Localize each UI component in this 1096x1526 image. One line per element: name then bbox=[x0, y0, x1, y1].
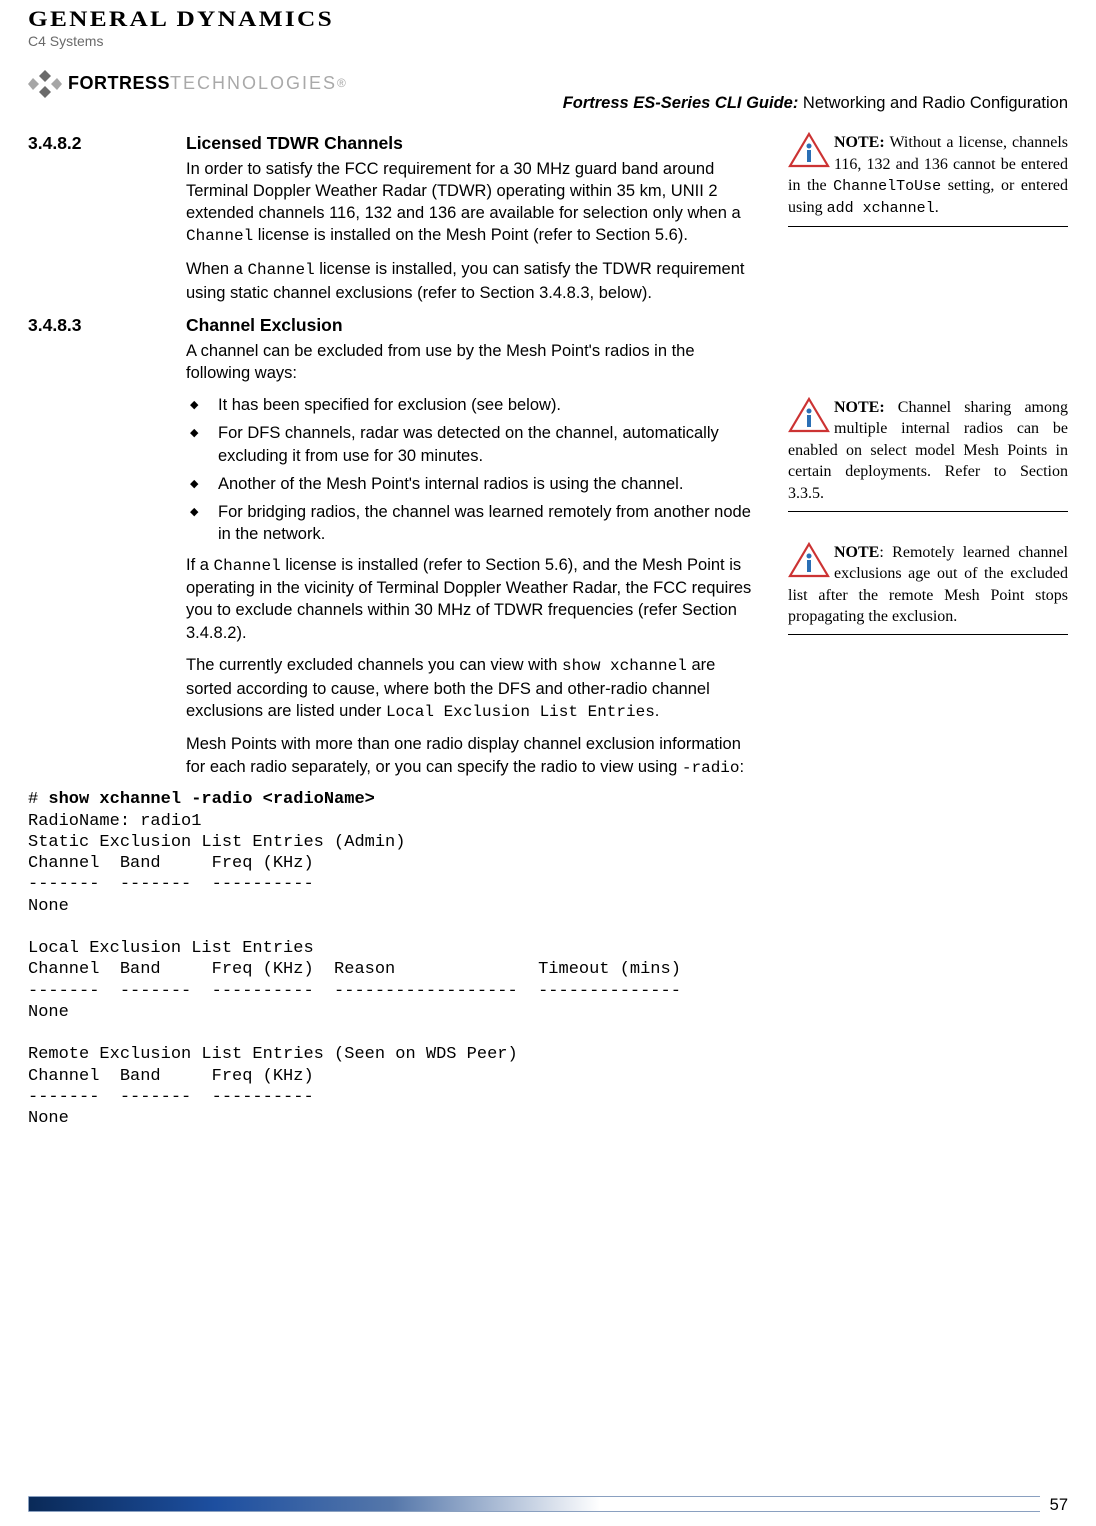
code-block: # show xchannel -radio <radioName> Radio… bbox=[28, 789, 760, 1129]
brand-a: FORTRESS bbox=[68, 71, 170, 95]
note-label: NOTE bbox=[834, 544, 879, 561]
code-inline: Channel bbox=[247, 261, 314, 279]
note-icon bbox=[788, 397, 830, 433]
brand-b: TECHNOLOGIES bbox=[170, 71, 337, 95]
para: A channel can be excluded from use by th… bbox=[186, 340, 760, 385]
code-inline: Channel bbox=[214, 557, 281, 575]
main-column: 3.4.8.2 Licensed TDWR Channels In order … bbox=[28, 132, 760, 1129]
note-icon bbox=[788, 542, 830, 578]
code-inline: Local Exclusion List Entries bbox=[386, 703, 655, 721]
logo-area: GENERAL DYNAMICS C4 Systems FORTRESSTECH… bbox=[28, 4, 348, 114]
code-inline: show xchannel bbox=[562, 657, 687, 675]
fortress-icon bbox=[28, 67, 62, 101]
spacer bbox=[788, 257, 1068, 397]
section-number: 3.4.8.2 bbox=[28, 132, 186, 156]
note: NOTE: Channel sharing among multiple int… bbox=[788, 397, 1068, 512]
code-inline: -radio bbox=[682, 759, 740, 777]
page-header: GENERAL DYNAMICS C4 Systems FORTRESSTECH… bbox=[28, 0, 1068, 114]
code-inline: add xchannel bbox=[827, 200, 935, 217]
code-inline: Channel bbox=[186, 227, 253, 245]
para: The currently excluded channels you can … bbox=[186, 654, 760, 723]
guide-title-bold: Fortress ES-Series CLI Guide: bbox=[563, 94, 799, 112]
para: If a Channel license is installed (refer… bbox=[186, 554, 760, 644]
para: When a Channel license is installed, you… bbox=[186, 258, 760, 304]
note-icon bbox=[788, 132, 830, 168]
side-column: NOTE: Without a license, channels 116, 1… bbox=[788, 132, 1068, 665]
section-title: Licensed TDWR Channels bbox=[186, 132, 403, 156]
note-label: NOTE: bbox=[834, 399, 885, 416]
footer-bar bbox=[28, 1496, 1068, 1512]
note: NOTE: Remotely learned channel exclusion… bbox=[788, 542, 1068, 635]
para: In order to satisfy the FCC requirement … bbox=[186, 158, 760, 248]
section-heading: 3.4.8.2 Licensed TDWR Channels bbox=[28, 132, 760, 156]
section-title: Channel Exclusion bbox=[186, 314, 343, 338]
section-heading: 3.4.8.3 Channel Exclusion bbox=[28, 314, 760, 338]
para: Mesh Points with more than one radio dis… bbox=[186, 733, 760, 779]
brand-row: FORTRESSTECHNOLOGIES® bbox=[28, 67, 348, 101]
list-item: For bridging radios, the channel was lea… bbox=[210, 501, 760, 546]
list-item: It has been specified for exclusion (see… bbox=[210, 394, 760, 416]
page-number: 57 bbox=[1040, 1494, 1068, 1516]
code-inline: ChannelToUse bbox=[833, 178, 941, 195]
code-body: RadioName: radio1 Static Exclusion List … bbox=[28, 812, 681, 1129]
list-item: Another of the Mesh Point's internal rad… bbox=[210, 473, 760, 495]
list-item: For DFS channels, radar was detected on … bbox=[210, 422, 760, 467]
section-number: 3.4.8.3 bbox=[28, 314, 186, 338]
company-name: GENERAL DYNAMICS bbox=[28, 4, 396, 34]
bullet-list: It has been specified for exclusion (see… bbox=[186, 394, 760, 546]
code-command: show xchannel -radio <radioName> bbox=[48, 790, 374, 809]
reg-mark: ® bbox=[337, 75, 346, 91]
guide-title: Fortress ES-Series CLI Guide: Networking… bbox=[563, 74, 1068, 114]
guide-title-rest: Networking and Radio Configuration bbox=[798, 94, 1068, 112]
note-label: NOTE: bbox=[834, 134, 885, 151]
company-subunit: C4 Systems bbox=[28, 32, 348, 51]
note: NOTE: Without a license, channels 116, 1… bbox=[788, 132, 1068, 227]
